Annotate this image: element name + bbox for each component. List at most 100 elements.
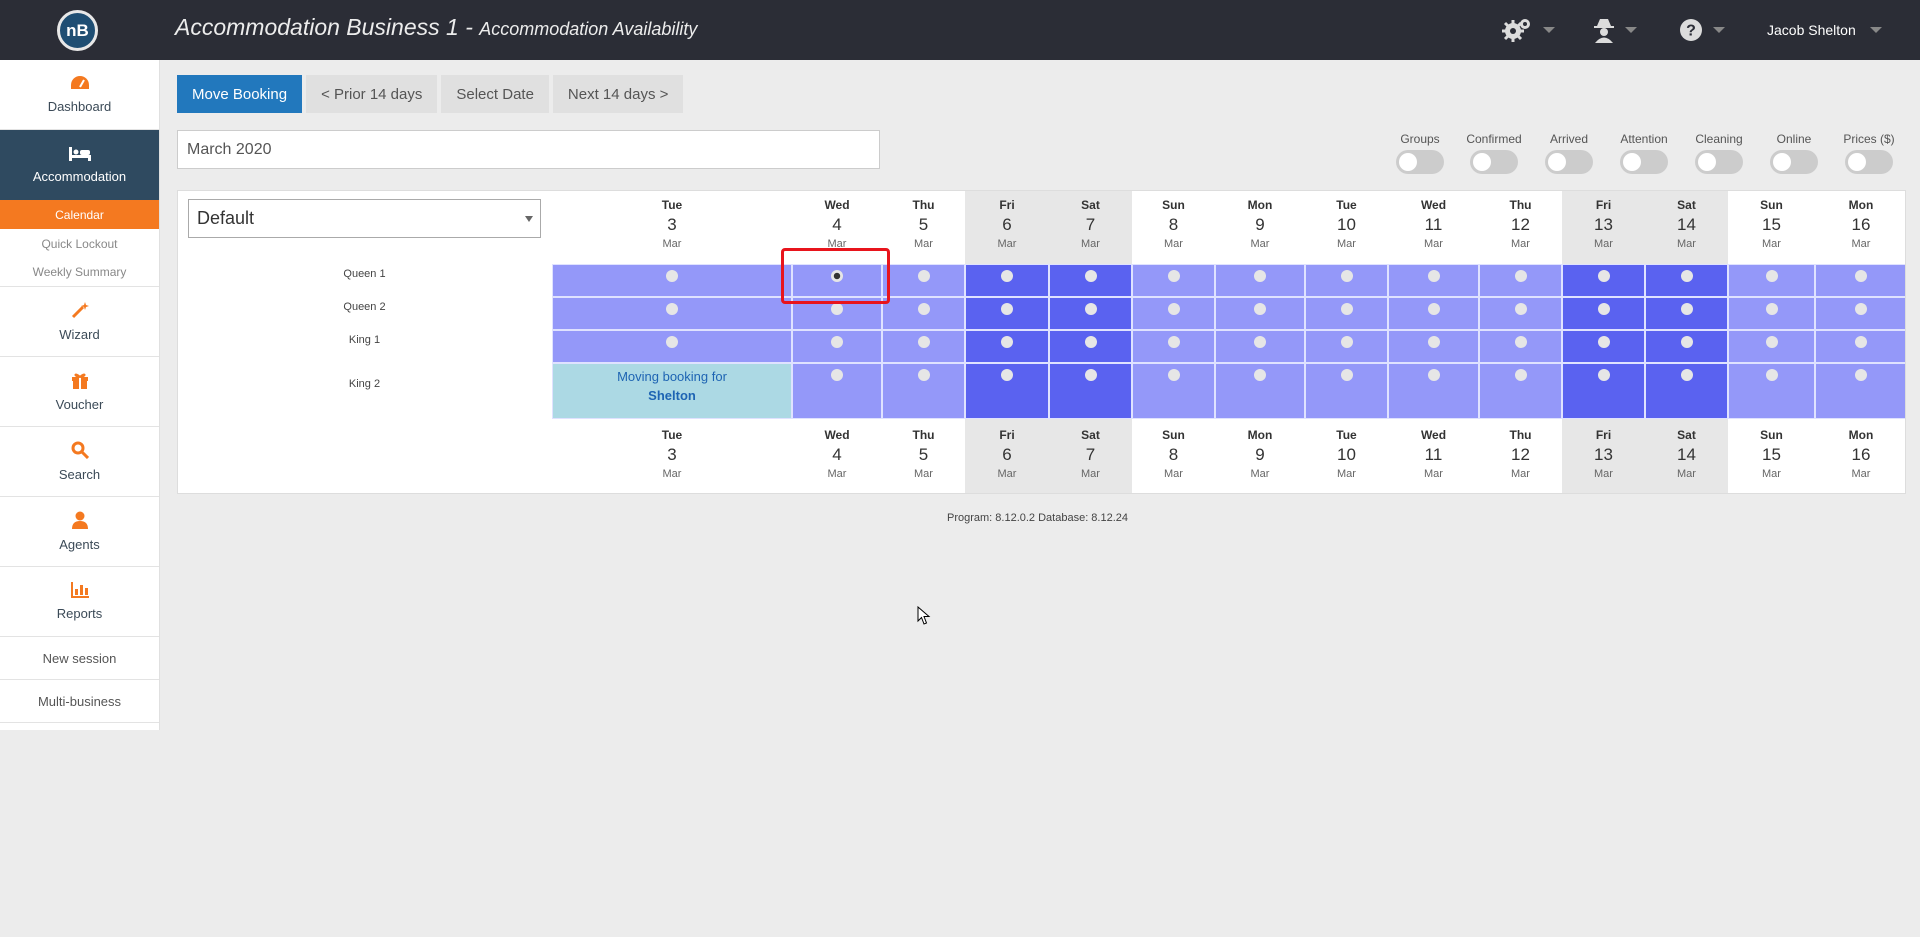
radio-button[interactable] xyxy=(1167,303,1180,315)
availability-cell[interactable] xyxy=(1132,330,1215,363)
radio-button[interactable] xyxy=(1680,270,1693,282)
availability-cell[interactable] xyxy=(1305,330,1388,363)
availability-cell[interactable] xyxy=(1479,330,1562,363)
availability-cell[interactable] xyxy=(882,363,965,419)
availability-cell[interactable] xyxy=(965,363,1049,419)
availability-cell[interactable] xyxy=(882,264,965,297)
radio-button[interactable] xyxy=(1855,369,1867,381)
availability-cell[interactable] xyxy=(1645,330,1728,363)
radio-button[interactable] xyxy=(1765,270,1778,282)
toggle-online[interactable]: Online xyxy=(1764,132,1824,174)
radio-button[interactable] xyxy=(1340,303,1353,315)
radio-button[interactable] xyxy=(831,369,843,381)
availability-cell[interactable] xyxy=(1388,330,1479,363)
availability-cell[interactable] xyxy=(1215,297,1305,330)
availability-cell[interactable] xyxy=(1305,264,1388,297)
availability-cell[interactable] xyxy=(882,297,965,330)
radio-button[interactable] xyxy=(917,369,930,381)
availability-cell[interactable] xyxy=(1132,363,1215,419)
sidebar-item-wizard[interactable]: Wizard xyxy=(0,287,159,357)
user-menu[interactable]: Jacob Shelton xyxy=(1767,22,1882,38)
availability-cell[interactable] xyxy=(1815,363,1905,419)
radio-button[interactable] xyxy=(1167,369,1180,381)
availability-cell[interactable] xyxy=(965,264,1049,297)
radio-button[interactable] xyxy=(666,303,678,315)
radio-button[interactable] xyxy=(1597,336,1610,348)
availability-cell[interactable] xyxy=(1049,330,1132,363)
radio-button[interactable] xyxy=(1001,369,1013,381)
app-logo[interactable]: nB xyxy=(57,10,98,51)
radio-button[interactable] xyxy=(666,270,678,282)
toggle-arrived[interactable]: Arrived xyxy=(1539,132,1599,174)
radio-button[interactable] xyxy=(1340,336,1353,348)
sidebar-item-multi-business[interactable]: Multi-business xyxy=(0,680,159,723)
radio-button[interactable] xyxy=(831,336,843,348)
radio-button[interactable] xyxy=(666,336,678,348)
availability-cell[interactable] xyxy=(965,297,1049,330)
radio-button[interactable] xyxy=(1167,336,1180,348)
availability-cell[interactable] xyxy=(552,330,792,363)
radio-button[interactable] xyxy=(917,303,930,315)
sidebar-item-accommodation[interactable]: Accommodation xyxy=(0,130,159,200)
availability-cell[interactable] xyxy=(1132,264,1215,297)
availability-cell[interactable] xyxy=(1479,297,1562,330)
incognito-menu[interactable] xyxy=(1593,14,1637,46)
availability-cell[interactable] xyxy=(1562,363,1645,419)
radio-button[interactable] xyxy=(1001,270,1013,282)
radio-button[interactable] xyxy=(917,270,930,282)
month-field[interactable] xyxy=(177,130,880,169)
availability-cell[interactable] xyxy=(1562,297,1645,330)
toggle-switch[interactable] xyxy=(1695,150,1743,174)
availability-cell[interactable] xyxy=(792,363,882,419)
radio-button[interactable] xyxy=(1427,369,1440,381)
availability-cell[interactable] xyxy=(1815,330,1905,363)
availability-cell[interactable] xyxy=(552,264,792,297)
move-booking-button[interactable]: Move Booking xyxy=(177,75,303,113)
next-14-days-button[interactable]: Next 14 days > xyxy=(552,75,684,113)
radio-button[interactable] xyxy=(1084,369,1097,381)
toggle-switch[interactable] xyxy=(1845,150,1893,174)
availability-cell[interactable] xyxy=(1728,297,1815,330)
radio-button[interactable] xyxy=(917,336,930,348)
sidebar-item-agents[interactable]: Agents xyxy=(0,497,159,567)
sidebar-item-new-session[interactable]: New session xyxy=(0,637,159,680)
radio-button[interactable] xyxy=(1340,270,1353,282)
availability-cell[interactable] xyxy=(1728,363,1815,419)
availability-cell[interactable] xyxy=(1049,297,1132,330)
radio-button[interactable] xyxy=(1084,303,1097,315)
settings-menu[interactable] xyxy=(1501,14,1555,46)
toggle-attention[interactable]: Attention xyxy=(1614,132,1674,174)
radio-button[interactable] xyxy=(1765,336,1778,348)
sidebar-item-voucher[interactable]: Voucher xyxy=(0,357,159,427)
radio-button[interactable] xyxy=(1597,369,1610,381)
toggle-switch[interactable] xyxy=(1396,150,1444,174)
radio-button[interactable] xyxy=(1167,270,1180,282)
sidebar-item-quick-lockout[interactable]: Quick Lockout xyxy=(0,229,159,258)
radio-button[interactable] xyxy=(1001,303,1013,315)
availability-cell[interactable] xyxy=(1479,264,1562,297)
availability-cell[interactable] xyxy=(1215,363,1305,419)
availability-cell[interactable] xyxy=(1479,363,1562,419)
toggle-switch[interactable] xyxy=(1470,150,1518,174)
availability-cell[interactable] xyxy=(1388,363,1479,419)
toggle-switch[interactable] xyxy=(1770,150,1818,174)
radio-button[interactable] xyxy=(1680,369,1693,381)
toggle-prices[interactable]: Prices ($) xyxy=(1839,132,1899,174)
sidebar-item-search[interactable]: Search xyxy=(0,427,159,497)
availability-cell[interactable] xyxy=(1562,264,1645,297)
radio-button[interactable] xyxy=(1855,270,1867,282)
availability-cell[interactable] xyxy=(882,330,965,363)
radio-button[interactable] xyxy=(1680,303,1693,315)
availability-cell[interactable] xyxy=(1645,264,1728,297)
prior-14-days-button[interactable]: < Prior 14 days xyxy=(306,75,438,113)
toggle-switch[interactable] xyxy=(1620,150,1668,174)
availability-cell[interactable] xyxy=(1215,264,1305,297)
toggle-confirmed[interactable]: Confirmed xyxy=(1464,132,1524,174)
availability-cell[interactable] xyxy=(792,330,882,363)
radio-button[interactable] xyxy=(1514,270,1527,282)
sidebar-item-calendar[interactable]: Calendar xyxy=(0,200,159,229)
radio-button[interactable] xyxy=(1514,336,1527,348)
availability-cell[interactable] xyxy=(1388,264,1479,297)
radio-button[interactable] xyxy=(1514,303,1527,315)
radio-button[interactable] xyxy=(1765,369,1778,381)
